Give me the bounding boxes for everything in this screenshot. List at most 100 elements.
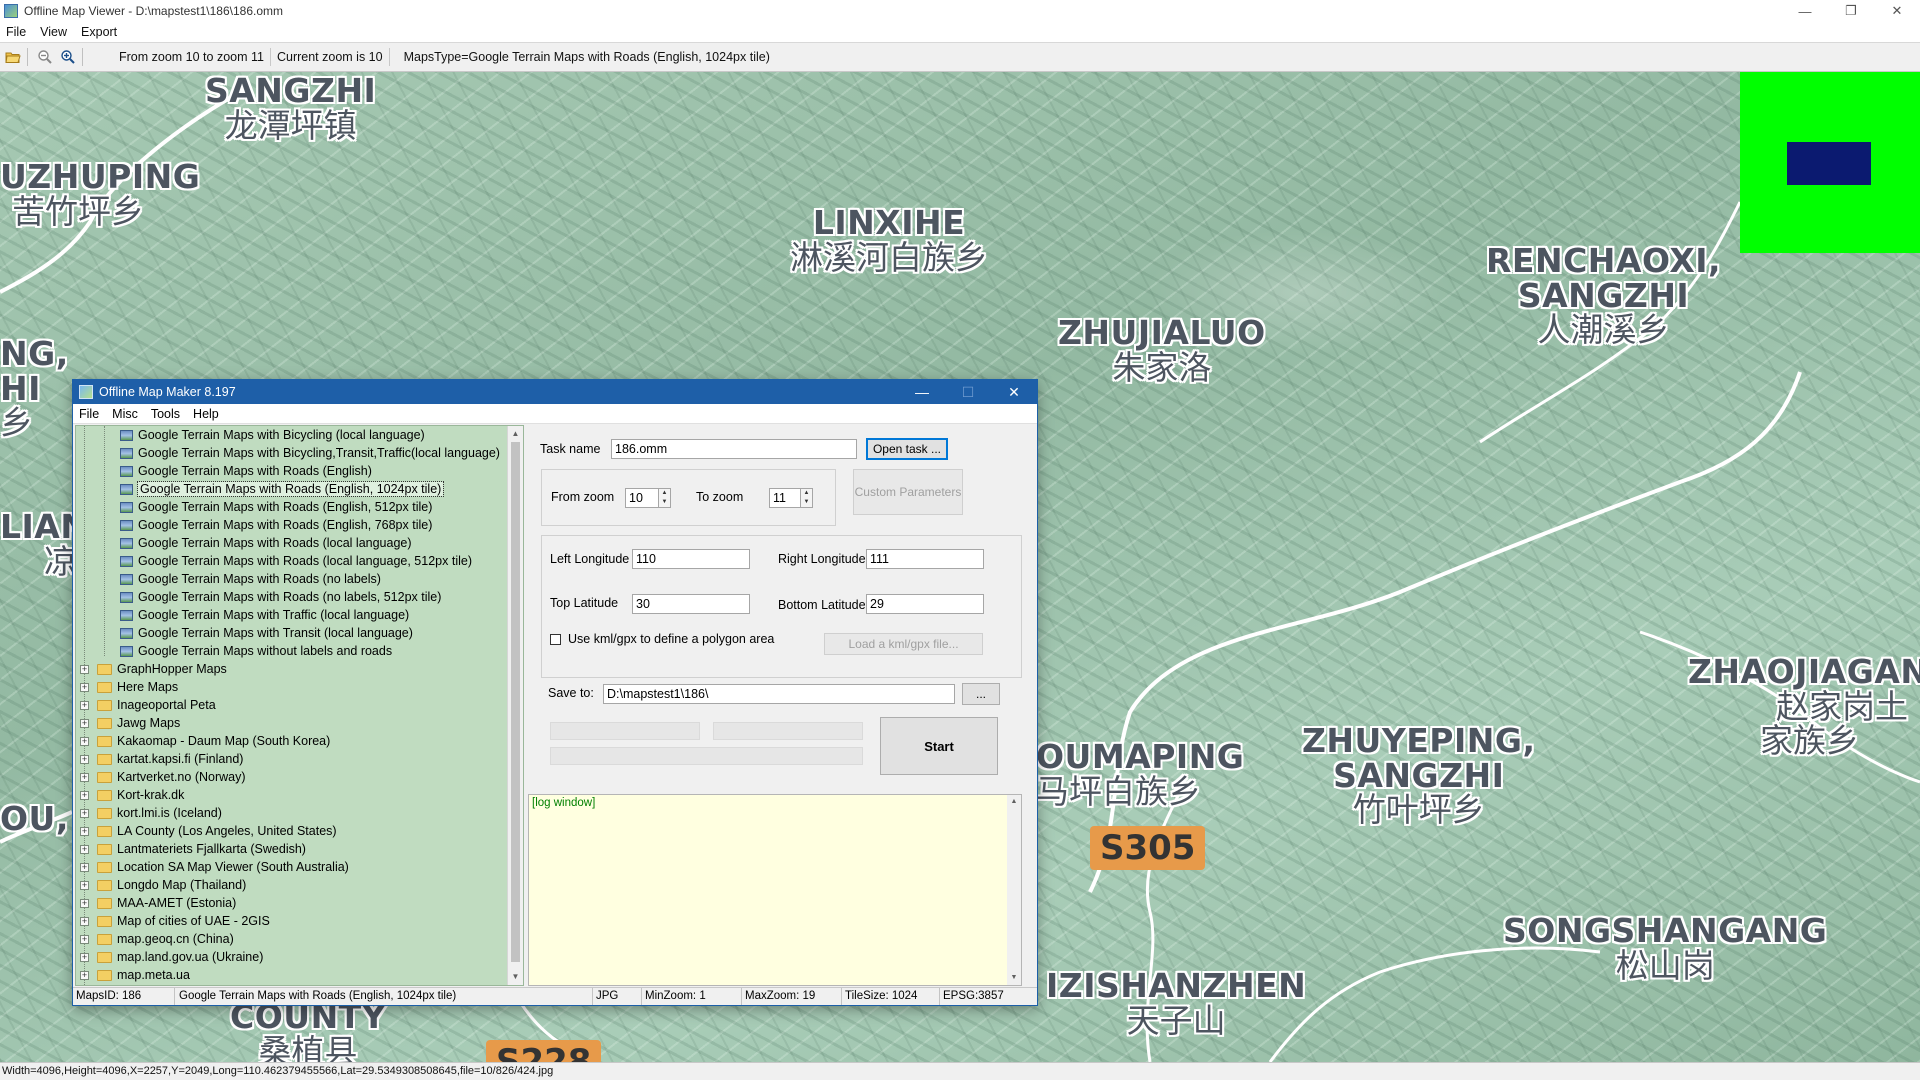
save-to-input[interactable] — [603, 684, 955, 704]
minimap[interactable] — [1740, 72, 1920, 253]
dialog-title-bar[interactable]: Offline Map Maker 8.197 — ☐ ✕ — [73, 380, 1037, 404]
tree-scrollbar[interactable]: ▲ ▼ — [507, 426, 523, 985]
scroll-down-icon[interactable]: ▼ — [1007, 971, 1021, 985]
expand-icon[interactable]: + — [80, 682, 89, 692]
tree-folder-item[interactable]: + Longdo Map (Thailand) — [80, 876, 246, 894]
expand-icon[interactable]: + — [80, 934, 89, 944]
tree-map-item[interactable]: Google Terrain Maps with Traffic (local … — [120, 606, 409, 624]
expand-icon[interactable]: + — [80, 736, 89, 746]
tree-folder-item[interactable]: + map.meta.ua — [80, 966, 190, 984]
tree-folder-item[interactable]: + kartat.kapsi.fi (Finland) — [80, 750, 243, 768]
open-task-button[interactable]: Open task ... — [866, 438, 948, 460]
expand-icon[interactable]: + — [80, 898, 89, 908]
folder-icon — [97, 861, 112, 873]
dialog-menu-tools[interactable]: Tools — [151, 407, 180, 421]
from-zoom-input[interactable] — [625, 488, 659, 508]
expand-icon[interactable]: + — [80, 916, 89, 926]
bottom-latitude-input[interactable] — [866, 594, 984, 614]
start-button[interactable]: Start — [880, 717, 998, 775]
tree-map-item[interactable]: Google Terrain Maps with Roads (local la… — [120, 534, 412, 552]
scroll-up-icon[interactable]: ▲ — [508, 426, 523, 442]
tree-folder-item[interactable]: + Here Maps — [80, 678, 178, 696]
status-bar: Width=4096,Height=4096,X=2257,Y=2049,Lon… — [0, 1062, 1920, 1080]
tree-folder-item[interactable]: + Location SA Map Viewer (South Australia… — [80, 858, 349, 876]
tree-folder-item[interactable]: + kort.lmi.is (Iceland) — [80, 804, 222, 822]
expand-icon[interactable]: + — [80, 772, 89, 782]
tree-folder-item[interactable]: + Lantmateriets Fjallkarta (Swedish) — [80, 840, 306, 858]
expand-icon[interactable]: + — [80, 808, 89, 818]
tree-map-item[interactable]: Google Terrain Maps with Bicycling,Trans… — [120, 444, 500, 462]
zoom-in-icon[interactable] — [58, 47, 78, 67]
tree-folder-item[interactable]: + LA County (Los Angeles, United States) — [80, 822, 337, 840]
tree-folder-item[interactable]: + Map of cities of UAE - 2GIS — [80, 912, 270, 930]
tree-map-item[interactable]: Google Terrain Maps without labels and r… — [120, 642, 392, 660]
zoom-out-icon[interactable] — [35, 47, 55, 67]
right-longitude-input[interactable] — [866, 549, 984, 569]
tree-map-item[interactable]: Google Terrain Maps with Roads (no label… — [120, 570, 381, 588]
tree-map-item[interactable]: Google Terrain Maps with Bicycling (loca… — [120, 426, 425, 444]
menu-file[interactable]: File — [6, 25, 26, 39]
open-folder-icon[interactable] — [3, 47, 23, 67]
dialog-menu-misc[interactable]: Misc — [112, 407, 138, 421]
dialog-menu-file[interactable]: File — [79, 407, 99, 421]
expand-icon[interactable]: + — [80, 952, 89, 962]
expand-icon[interactable]: + — [80, 826, 89, 836]
tree-map-item[interactable]: Google Terrain Maps with Roads (English,… — [120, 498, 432, 516]
expand-icon[interactable]: + — [80, 754, 89, 764]
tree-folder-item[interactable]: + Kakaomap - Daum Map (South Korea) — [80, 732, 330, 750]
top-latitude-input[interactable] — [632, 594, 750, 614]
tree-map-item[interactable]: Google Terrain Maps with Roads (English,… — [120, 516, 432, 534]
left-longitude-input[interactable] — [632, 549, 750, 569]
tree-folder-item[interactable]: + Kort-krak.dk — [80, 786, 184, 804]
load-kml-button[interactable]: Load a kml/gpx file... — [824, 633, 983, 655]
scroll-up-icon[interactable]: ▲ — [1007, 795, 1021, 809]
tree-folder-item[interactable]: + GraphHopper Maps — [80, 660, 227, 678]
tree-folder-item[interactable]: + map.geoq.cn (China) — [80, 930, 234, 948]
to-zoom-input[interactable] — [769, 488, 801, 508]
tile-size-status: TileSize: 1024 — [842, 988, 940, 1005]
tree-item-label: Kakaomap - Daum Map (South Korea) — [117, 734, 331, 748]
browse-button[interactable]: ... — [962, 683, 1000, 705]
task-name-input[interactable] — [611, 439, 857, 459]
expand-icon[interactable]: + — [80, 880, 89, 890]
expand-icon[interactable]: + — [80, 790, 89, 800]
tree-folder-item[interactable]: + Inageoportal Peta — [80, 696, 216, 714]
tree-folder-item[interactable]: + Jawg Maps — [80, 714, 180, 732]
scroll-down-icon[interactable]: ▼ — [508, 969, 523, 985]
log-scrollbar[interactable]: ▲ ▼ — [1007, 795, 1021, 985]
scroll-thumb[interactable] — [511, 442, 520, 962]
tree-folder-item[interactable]: + Kartverket.no (Norway) — [80, 768, 246, 786]
tree-folder-item[interactable]: + map.land.gov.ua (Ukraine) — [80, 948, 263, 966]
expand-icon[interactable]: + — [80, 664, 89, 674]
tree-map-item[interactable]: Google Terrain Maps with Roads (no label… — [120, 588, 441, 606]
progress-bar — [550, 722, 700, 740]
tree-map-item[interactable]: Google Terrain Maps with Roads (English,… — [120, 480, 445, 498]
expand-icon[interactable]: + — [80, 700, 89, 710]
expand-icon[interactable]: + — [80, 844, 89, 854]
dialog-close-button[interactable]: ✕ — [991, 380, 1037, 404]
to-zoom-stepper[interactable]: ▲ ▼ — [801, 488, 813, 508]
kml-checkbox[interactable] — [550, 634, 561, 645]
tree-map-item[interactable]: Google Terrain Maps with Roads (English) — [120, 462, 372, 480]
expand-icon[interactable]: + — [80, 970, 89, 980]
minimize-button[interactable]: — — [1782, 0, 1828, 22]
expand-icon[interactable]: + — [80, 862, 89, 872]
restore-button[interactable]: ❐ — [1828, 0, 1874, 22]
log-window[interactable]: [log window] ▲ ▼ — [528, 794, 1022, 986]
menu-view[interactable]: View — [40, 25, 67, 39]
close-button[interactable]: ✕ — [1874, 0, 1920, 22]
map-tile-icon — [120, 645, 133, 657]
custom-parameters-button[interactable]: Custom Parameters — [853, 469, 963, 515]
from-zoom-stepper[interactable]: ▲ ▼ — [659, 488, 671, 508]
dialog-menu-help[interactable]: Help — [193, 407, 219, 421]
tree-map-item[interactable]: Google Terrain Maps with Roads (local la… — [120, 552, 472, 570]
maps-tree[interactable]: Google Terrain Maps with Bicycling (loca… — [75, 425, 524, 986]
window-title: Offline Map Viewer - D:\mapstest1\186\18… — [24, 4, 284, 18]
place-label: ZHUJIALUO 朱家洛 — [1058, 313, 1266, 387]
dialog-minimize-button[interactable]: — — [899, 380, 945, 404]
minimap-viewport[interactable] — [1787, 142, 1871, 185]
menu-export[interactable]: Export — [81, 25, 117, 39]
expand-icon[interactable]: + — [80, 718, 89, 728]
tree-folder-item[interactable]: + MAA-AMET (Estonia) — [80, 894, 236, 912]
tree-map-item[interactable]: Google Terrain Maps with Transit (local … — [120, 624, 413, 642]
